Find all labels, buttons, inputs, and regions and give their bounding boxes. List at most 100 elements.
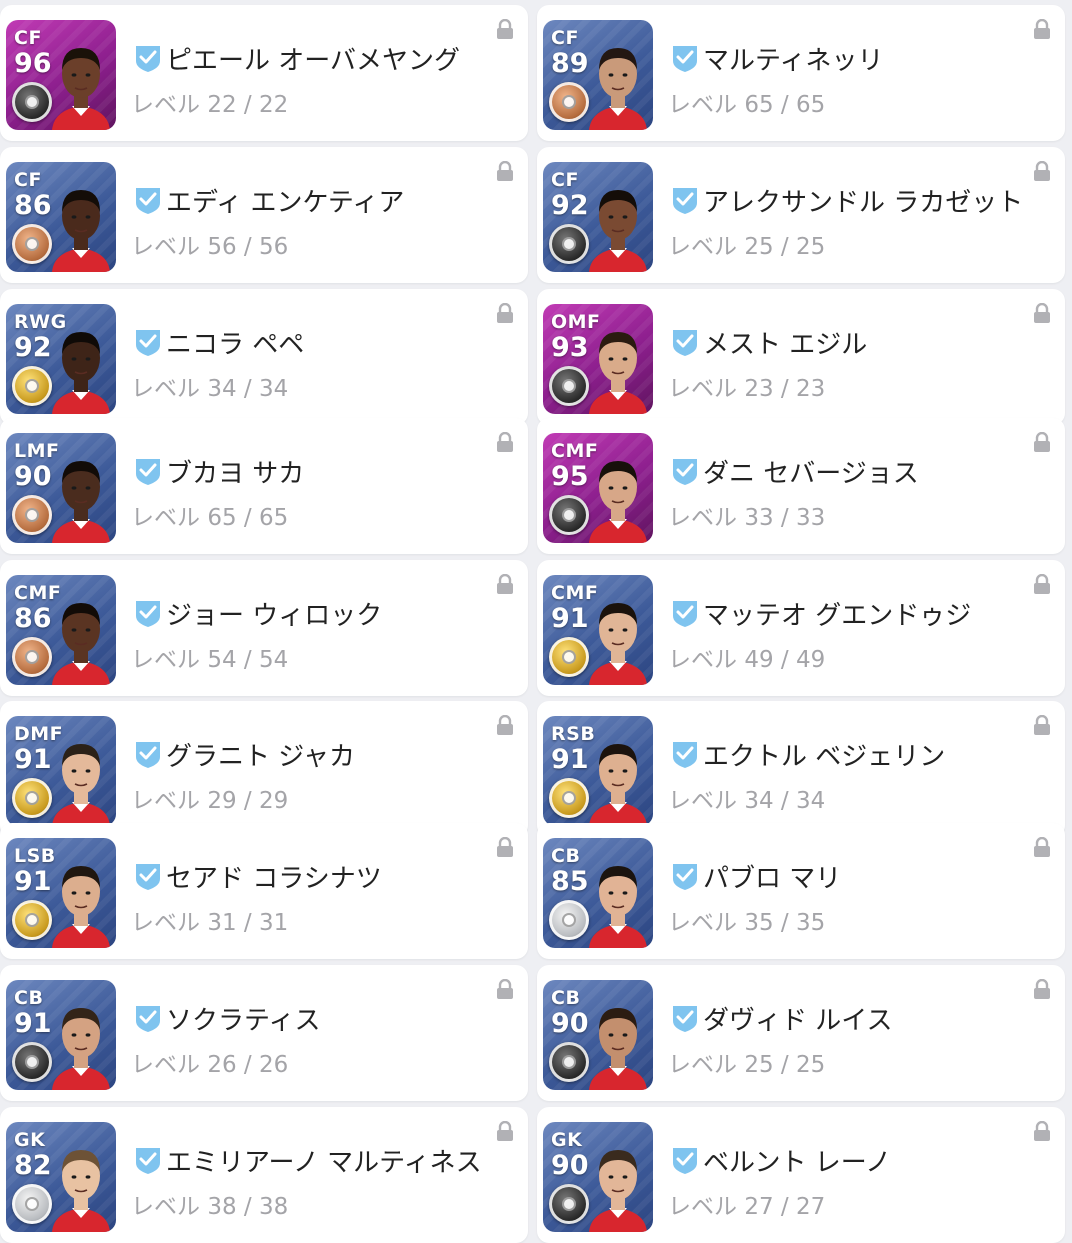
player-card-image[interactable]: DMF 91 xyxy=(6,716,116,826)
verified-check-icon xyxy=(136,459,160,485)
player-rating: 91 xyxy=(551,603,589,634)
lock-icon[interactable] xyxy=(496,432,514,452)
player-card-image[interactable]: CF 89 xyxy=(543,20,653,130)
verified-check-icon xyxy=(673,1006,697,1032)
lock-icon[interactable] xyxy=(1033,574,1051,594)
player-card[interactable]: CB 90 ダヴィド ルイス レベル 25 / 25 xyxy=(537,965,1065,1101)
player-card-image[interactable]: GK 82 xyxy=(6,1122,116,1232)
player-card-image[interactable]: RSB 91 xyxy=(543,716,653,826)
player-card[interactable]: RSB 91 エクトル ベジェリン レベル 34 / 34 xyxy=(537,701,1065,837)
player-card[interactable]: GK 82 エミリアーノ マルティネス レベル 38 / 38 xyxy=(0,1107,528,1243)
lock-icon[interactable] xyxy=(1033,715,1051,735)
player-card-image[interactable]: CF 96 xyxy=(6,20,116,130)
player-coin-icon xyxy=(549,900,589,940)
player-card-image[interactable]: CMF 86 xyxy=(6,575,116,685)
player-card-image[interactable]: OMF 93 xyxy=(543,304,653,414)
player-name: パブロ マリ xyxy=(703,864,842,894)
player-name: エミリアーノ マルティネス xyxy=(166,1148,482,1178)
player-rating: 96 xyxy=(14,48,52,79)
level-value: 34 / 34 xyxy=(744,788,826,814)
player-rating: 89 xyxy=(551,48,589,79)
player-card-image[interactable]: LSB 91 xyxy=(6,838,116,948)
lock-icon[interactable] xyxy=(1033,161,1051,181)
lock-icon[interactable] xyxy=(496,979,514,999)
level-value: 22 / 22 xyxy=(207,92,289,118)
player-card[interactable]: CF 89 マルティネッリ レベル 65 / 65 xyxy=(537,5,1065,141)
player-card-image[interactable]: RWG 92 xyxy=(6,304,116,414)
player-card-image[interactable]: CB 91 xyxy=(6,980,116,1090)
player-card-image[interactable]: CF 92 xyxy=(543,162,653,272)
lock-icon[interactable] xyxy=(1033,19,1051,39)
level-value: 34 / 34 xyxy=(207,376,289,402)
player-card[interactable]: GK 90 ベルント レーノ レベル 27 / 27 xyxy=(537,1107,1065,1243)
player-coin-icon xyxy=(12,224,52,264)
lock-icon[interactable] xyxy=(496,574,514,594)
player-card-image[interactable]: GK 90 xyxy=(543,1122,653,1232)
player-portrait-image xyxy=(52,190,110,272)
player-coin-icon xyxy=(549,366,589,406)
player-coin-icon xyxy=(549,224,589,264)
player-name: ニコラ ペペ xyxy=(166,330,305,360)
lock-icon[interactable] xyxy=(1033,432,1051,452)
player-name: ソクラティス xyxy=(166,1006,321,1036)
player-level: レベル 35 / 35 xyxy=(668,903,825,937)
verified-check-icon xyxy=(136,46,160,72)
player-rating: 93 xyxy=(551,332,589,363)
player-card[interactable]: LSB 91 セアド コラシナツ レベル 31 / 31 xyxy=(0,823,528,959)
player-card[interactable]: RWG 92 ニコラ ペペ レベル 34 / 34 xyxy=(0,289,528,425)
player-card[interactable]: CB 85 パブロ マリレベル 35 / 35 xyxy=(537,823,1065,959)
player-card[interactable]: DMF 91 グラニト ジャカ レベル 29 / 29 xyxy=(0,701,528,837)
player-position: RSB xyxy=(551,723,596,745)
lock-icon[interactable] xyxy=(496,1121,514,1141)
player-card-image[interactable]: CMF 91 xyxy=(543,575,653,685)
player-card[interactable]: CMF 86 ジョー ウィロック レベル 54 / 54 xyxy=(0,560,528,696)
player-card[interactable]: CF 92 アレクサンドル ラカゼット レベル 25 / 25 xyxy=(537,147,1065,283)
verified-check-icon xyxy=(136,1148,160,1174)
player-card-image[interactable]: CB 90 xyxy=(543,980,653,1090)
player-card[interactable]: LMF 90 ブカヨ サカ レベル 65 / 65 xyxy=(0,418,528,554)
player-level: レベル 65 / 65 xyxy=(131,498,288,532)
lock-icon[interactable] xyxy=(1033,837,1051,857)
player-rating: 86 xyxy=(14,603,52,634)
level-label: レベル xyxy=(131,910,200,936)
lock-icon[interactable] xyxy=(496,161,514,181)
player-position: GK xyxy=(551,1129,583,1151)
player-name: メスト エジル xyxy=(703,330,868,360)
lock-icon[interactable] xyxy=(496,303,514,323)
player-card-image[interactable]: CF 86 xyxy=(6,162,116,272)
player-rating: 86 xyxy=(14,190,52,221)
verified-check-icon xyxy=(673,46,697,72)
lock-icon[interactable] xyxy=(1033,303,1051,323)
player-portrait-image xyxy=(52,48,110,130)
player-card[interactable]: CB 91 ソクラティスレベル 26 / 26 xyxy=(0,965,528,1101)
player-position: CB xyxy=(551,987,581,1009)
player-card[interactable]: CMF 95 ダニ セバージョス レベル 33 / 33 xyxy=(537,418,1065,554)
lock-icon[interactable] xyxy=(496,715,514,735)
player-level: レベル 26 / 26 xyxy=(131,1045,288,1079)
verified-check-icon xyxy=(673,742,697,768)
player-level: レベル 31 / 31 xyxy=(131,903,288,937)
player-level: レベル 65 / 65 xyxy=(668,85,825,119)
player-level: レベル 34 / 34 xyxy=(668,781,825,815)
player-position: CF xyxy=(14,169,42,191)
player-card[interactable]: CMF 91 マッテオ グエンドゥジ レベル 49 / 49 xyxy=(537,560,1065,696)
lock-icon[interactable] xyxy=(496,19,514,39)
player-rating: 91 xyxy=(14,1008,52,1039)
player-level: レベル 49 / 49 xyxy=(668,640,825,674)
player-card-image[interactable]: CB 85 xyxy=(543,838,653,948)
player-card[interactable]: CF 86 エディ エンケティア レベル 56 / 56 xyxy=(0,147,528,283)
player-card[interactable]: CF 96 ピエール オーバメヤング レベル 22 / 22 xyxy=(0,5,528,141)
player-card-image[interactable]: LMF 90 xyxy=(6,433,116,543)
player-coin-icon xyxy=(12,495,52,535)
lock-icon[interactable] xyxy=(496,837,514,857)
lock-icon[interactable] xyxy=(1033,1121,1051,1141)
level-label: レベル xyxy=(668,910,737,936)
lock-icon[interactable] xyxy=(1033,979,1051,999)
player-card-image[interactable]: CMF 95 xyxy=(543,433,653,543)
level-label: レベル xyxy=(131,1052,200,1078)
player-coin-icon xyxy=(549,637,589,677)
player-rating: 85 xyxy=(551,866,589,897)
level-value: 56 / 56 xyxy=(207,234,289,260)
player-coin-icon xyxy=(12,366,52,406)
player-card[interactable]: OMF 93 メスト エジル レベル 23 / 23 xyxy=(537,289,1065,425)
